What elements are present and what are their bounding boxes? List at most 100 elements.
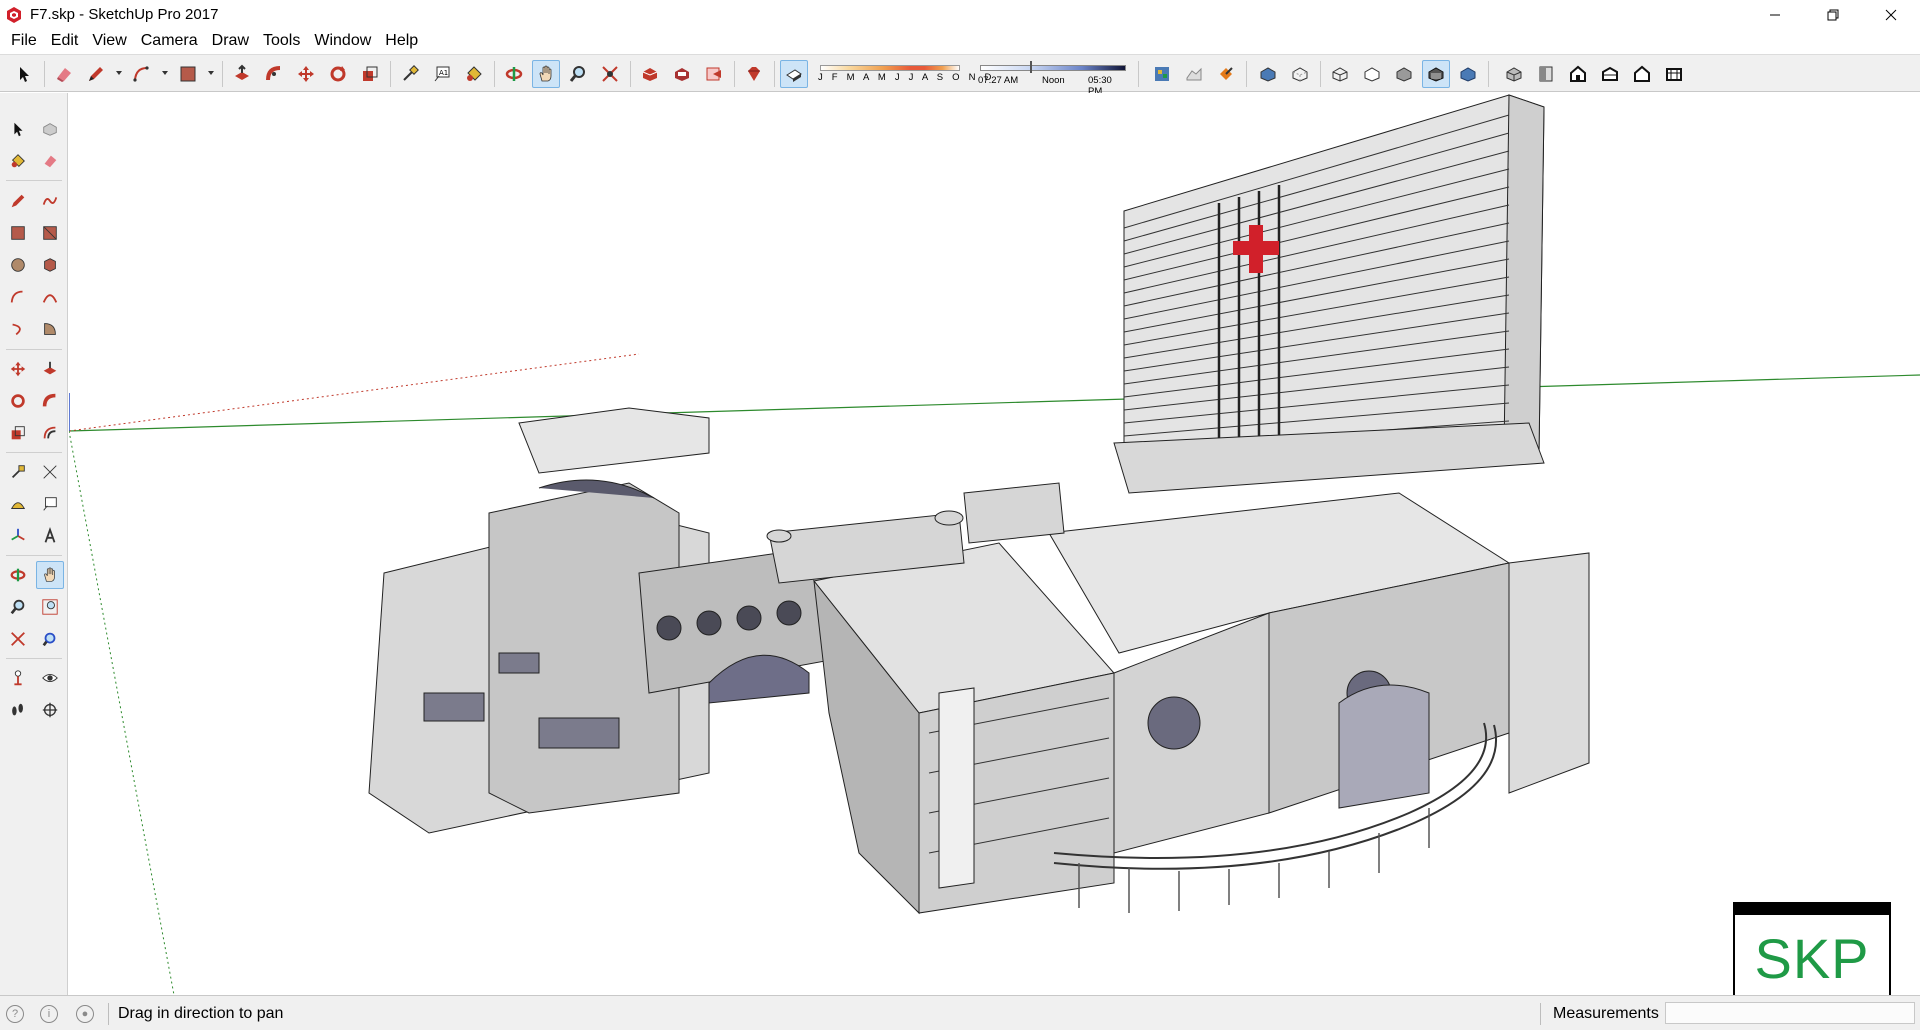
lt-3point-arc-button[interactable] xyxy=(4,315,32,343)
lt-text-button[interactable] xyxy=(36,490,64,518)
3d-warehouse-button[interactable] xyxy=(636,60,664,88)
minimize-button[interactable] xyxy=(1746,0,1804,29)
lt-rotated-rectangle-button[interactable] xyxy=(36,219,64,247)
push-pull-icon xyxy=(235,64,249,80)
lt-tape-measure-button[interactable] xyxy=(4,458,32,486)
lt-push-pull-button[interactable] xyxy=(36,355,64,383)
section-plane-button[interactable] xyxy=(1212,60,1240,88)
lt-scale-button[interactable] xyxy=(4,419,32,447)
lt-zoom-extents-button[interactable] xyxy=(4,625,32,653)
right-lower-wing xyxy=(1048,492,1590,854)
tape-measure-tool-button[interactable] xyxy=(396,60,424,88)
measurements-input[interactable] xyxy=(1665,1002,1915,1024)
paint-bucket-tool-button[interactable] xyxy=(460,60,488,88)
lt-follow-me-button[interactable] xyxy=(36,387,64,415)
lt-zoom-window-button[interactable] xyxy=(36,593,64,621)
lt-select-button[interactable] xyxy=(4,115,32,143)
rectangle-tool-button[interactable] xyxy=(174,60,202,88)
shadow-time-slider[interactable]: 07:27 AM Noon 05:30 PM xyxy=(978,61,1128,97)
line-tool-button[interactable] xyxy=(82,60,110,88)
model-viewport[interactable]: SKP xyxy=(69,93,1920,995)
menu-camera[interactable]: Camera xyxy=(134,29,205,53)
top-view-button[interactable] xyxy=(1532,60,1560,88)
right-view-button[interactable] xyxy=(1596,60,1624,88)
extension-warehouse-button[interactable] xyxy=(668,60,696,88)
select-icon xyxy=(14,122,23,137)
hidden-line-style-button[interactable] xyxy=(1358,60,1386,88)
menu-draw[interactable]: Draw xyxy=(205,29,256,53)
lt-circle-button[interactable] xyxy=(4,251,32,279)
lt-move-button[interactable] xyxy=(4,355,32,383)
zoom-extents-tool-button[interactable] xyxy=(596,60,624,88)
shadows-toggle-button[interactable] xyxy=(780,60,808,88)
lt-protractor-button[interactable] xyxy=(4,490,32,518)
back-edges-style-button[interactable] xyxy=(1286,60,1314,88)
shadow-date-slider[interactable]: J F M A M J J A S O N D xyxy=(818,61,991,87)
lt-walk-button[interactable] xyxy=(4,696,32,724)
text-tool-button[interactable]: A1 xyxy=(428,60,456,88)
eraser-icon xyxy=(44,155,57,168)
lt-freehand-button[interactable] xyxy=(36,187,64,215)
ruby-console-button[interactable] xyxy=(740,60,768,88)
pan-icon xyxy=(44,567,55,582)
make-component-button[interactable] xyxy=(1148,60,1176,88)
geo-location-icon[interactable]: ? xyxy=(6,1005,24,1023)
menu-view[interactable]: View xyxy=(85,29,133,53)
left-view-button[interactable] xyxy=(1660,60,1688,88)
user-icon[interactable]: ● xyxy=(76,1005,94,1023)
lt-zoom-button[interactable] xyxy=(4,593,32,621)
lt-axes-button[interactable] xyxy=(4,522,32,550)
select-tool-button[interactable] xyxy=(10,60,38,88)
lt-2point-arc-button[interactable] xyxy=(36,283,64,311)
tape-measure-icon xyxy=(403,65,419,81)
move-tool-button[interactable] xyxy=(292,60,320,88)
shaded-textures-style-button[interactable] xyxy=(1422,60,1450,88)
lt-previous-view-button[interactable] xyxy=(36,625,64,653)
lt-look-around-button[interactable] xyxy=(36,664,64,692)
wireframe-style-button[interactable] xyxy=(1326,60,1354,88)
zoom-tool-button[interactable] xyxy=(564,60,592,88)
close-button[interactable] xyxy=(1862,0,1920,29)
lt-orbit-button[interactable] xyxy=(4,561,32,589)
orbit-tool-button[interactable] xyxy=(500,60,528,88)
front-view-button[interactable] xyxy=(1564,60,1592,88)
pan-tool-button[interactable] xyxy=(532,60,560,88)
lt-eraser-button[interactable] xyxy=(36,147,64,175)
lt-rotate-button[interactable] xyxy=(4,387,32,415)
lt-pan-button[interactable] xyxy=(36,561,64,589)
iso-view-button[interactable] xyxy=(1500,60,1528,88)
eraser-tool-button[interactable] xyxy=(50,60,78,88)
arc-tool-button[interactable] xyxy=(128,60,156,88)
menu-file[interactable]: File xyxy=(4,29,44,53)
lt-line-button[interactable] xyxy=(4,187,32,215)
scale-tool-button[interactable] xyxy=(356,60,384,88)
menu-tools[interactable]: Tools xyxy=(256,29,307,53)
lt-section-plane-button[interactable] xyxy=(36,696,64,724)
lt-make-component-button[interactable] xyxy=(36,115,64,143)
lt-3d-text-button[interactable] xyxy=(36,522,64,550)
shaded-style-button[interactable] xyxy=(1390,60,1418,88)
sandbox-button[interactable] xyxy=(1180,60,1208,88)
section-icon xyxy=(42,702,58,718)
back-view-button[interactable] xyxy=(1628,60,1656,88)
lt-dimension-button[interactable] xyxy=(36,458,64,486)
lt-position-camera-button[interactable] xyxy=(4,664,32,692)
follow-me-tool-button[interactable] xyxy=(260,60,288,88)
restore-button[interactable] xyxy=(1804,0,1862,29)
xray-style-button[interactable] xyxy=(1254,60,1282,88)
credits-icon[interactable]: i xyxy=(40,1005,58,1023)
lt-paint-bucket-button[interactable] xyxy=(4,147,32,175)
move-icon xyxy=(10,361,26,377)
menu-edit[interactable]: Edit xyxy=(44,29,86,53)
monochrome-style-button[interactable] xyxy=(1454,60,1482,88)
push-pull-tool-button[interactable] xyxy=(228,60,256,88)
send-to-layout-button[interactable] xyxy=(700,60,728,88)
lt-rectangle-button[interactable] xyxy=(4,219,32,247)
lt-polygon-button[interactable] xyxy=(36,251,64,279)
lt-offset-button[interactable] xyxy=(36,419,64,447)
rotate-tool-button[interactable] xyxy=(324,60,352,88)
menu-help[interactable]: Help xyxy=(378,29,425,53)
lt-arc-button[interactable] xyxy=(4,283,32,311)
menu-window[interactable]: Window xyxy=(307,29,378,53)
lt-pie-button[interactable] xyxy=(36,315,64,343)
